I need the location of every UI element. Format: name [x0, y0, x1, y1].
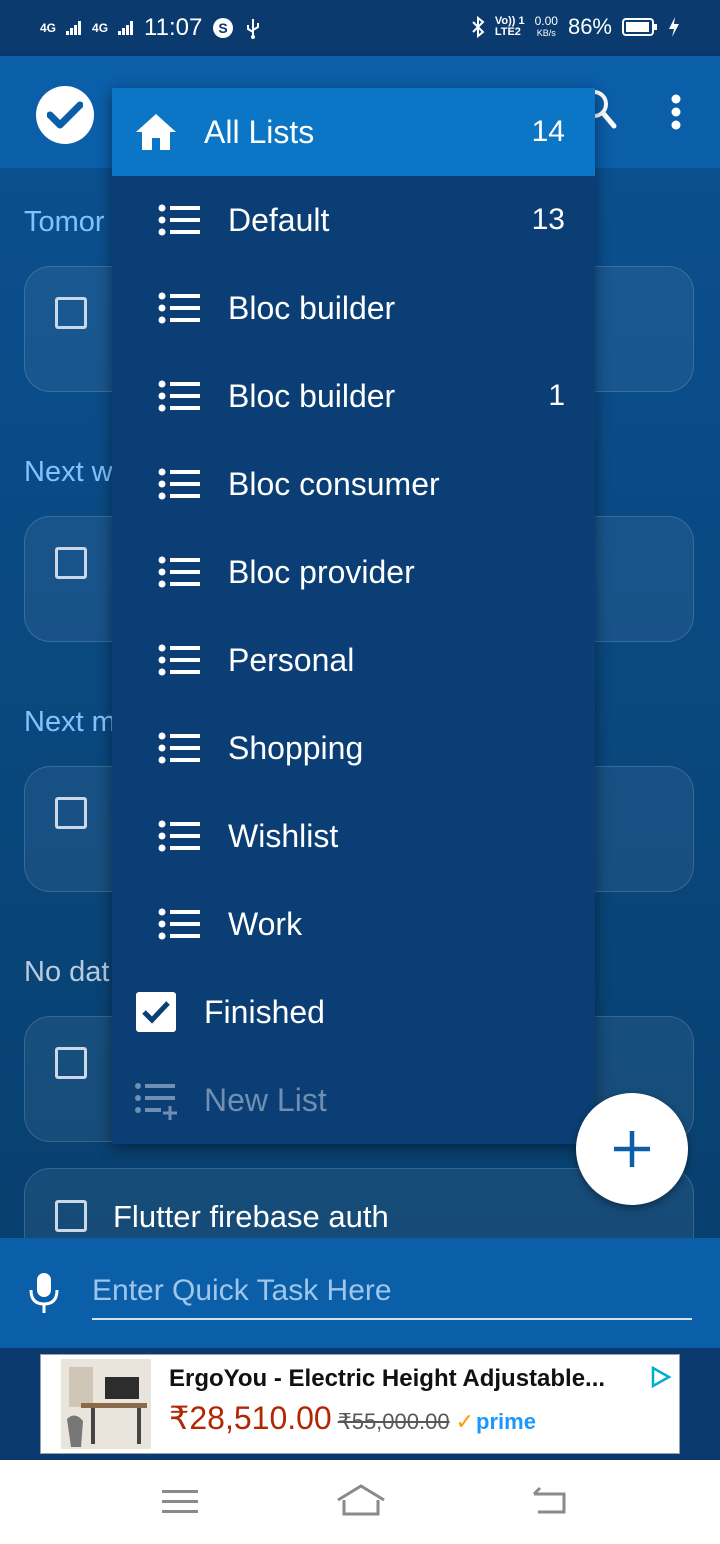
home-nav-button[interactable] — [336, 1482, 386, 1523]
back-button[interactable] — [530, 1486, 568, 1521]
network-indicator-1: 4G — [40, 21, 57, 35]
speed-value: 0.00 — [534, 14, 558, 28]
list-icon — [158, 644, 200, 676]
menu-item-label: Work — [228, 905, 303, 942]
battery-icon — [622, 18, 657, 36]
menu-item-list[interactable]: Work — [112, 880, 595, 968]
system-nav-bar — [0, 1460, 720, 1544]
menu-item-label: Finished — [204, 993, 325, 1030]
playlist-add-icon — [135, 1083, 177, 1120]
menu-item-label: Shopping — [228, 729, 364, 766]
menu-item-label: Bloc builder — [228, 289, 396, 326]
checkbox-checked-icon — [136, 992, 176, 1032]
prime-badge: prime — [476, 1409, 536, 1434]
menu-item-label: Bloc consumer — [228, 465, 440, 502]
menu-item-count: 1 — [548, 379, 565, 412]
task-checkbox[interactable] — [55, 1200, 87, 1232]
svg-text:S: S — [219, 20, 228, 36]
list-icon — [158, 732, 200, 764]
task-checkbox[interactable] — [55, 1047, 87, 1079]
menu-item-all-lists[interactable]: All Lists 14 — [112, 88, 595, 176]
menu-item-label: Bloc provider — [228, 553, 415, 590]
speed-unit: KB/s — [536, 28, 556, 38]
menu-item-label: Wishlist — [228, 817, 339, 854]
list-icon — [158, 292, 200, 324]
menu-item-count: 14 — [531, 115, 565, 148]
menu-item-label: Default — [228, 201, 330, 238]
menu-item-label: Bloc builder — [228, 377, 396, 414]
recent-apps-button[interactable] — [162, 1488, 198, 1521]
ad-price: ₹28,510.00 — [169, 1400, 332, 1436]
task-checkbox[interactable] — [55, 297, 87, 329]
status-bar: 4G 4G 11:07 S Vo)) 1 LTE2 0.00 KB/s 86% — [0, 0, 720, 56]
ad-original-price: ₹55,000.00 — [337, 1409, 450, 1434]
voice-input-button[interactable] — [28, 1272, 60, 1319]
usb-icon — [247, 19, 260, 39]
list-icon — [158, 380, 200, 412]
microphone-icon — [29, 1273, 59, 1313]
menu-item-list[interactable]: Shopping — [112, 704, 595, 792]
list-selector-menu: All Lists 14 Default 13 Bloc builder Blo… — [112, 88, 595, 1144]
signal-icon — [118, 21, 134, 35]
task-checkbox[interactable] — [55, 797, 87, 829]
app-logo — [36, 86, 94, 144]
menu-item-new-list[interactable]: New List — [112, 1056, 595, 1144]
home-outline-icon — [337, 1484, 385, 1516]
adchoices-icon — [651, 1365, 672, 1389]
menu-item-list[interactable]: Default 13 — [112, 176, 595, 264]
list-icon — [158, 556, 200, 588]
product-image — [61, 1359, 151, 1449]
menu-item-label: Personal — [228, 641, 355, 678]
back-icon — [532, 1486, 566, 1514]
task-checkbox[interactable] — [55, 547, 87, 579]
list-icon — [158, 468, 200, 500]
section-next-week: Next w — [24, 456, 113, 488]
list-icon — [158, 908, 200, 940]
section-next-month: Next m — [24, 706, 116, 738]
quick-task-bar: Enter Quick Task Here — [0, 1238, 720, 1348]
add-task-fab[interactable] — [576, 1093, 688, 1205]
menu-item-list[interactable]: Bloc consumer — [112, 440, 595, 528]
task-title: Flutter firebase auth — [113, 1199, 389, 1234]
menu-item-finished[interactable]: Finished — [112, 968, 595, 1056]
menu-item-list[interactable]: Personal — [112, 616, 595, 704]
menu-item-label: New List — [204, 1081, 327, 1118]
charging-icon — [669, 17, 679, 37]
menu-item-label: All Lists — [204, 113, 315, 150]
signal-icon — [66, 21, 82, 35]
input-underline — [92, 1318, 692, 1320]
overflow-menu-button[interactable] — [664, 94, 688, 139]
section-no-date: No dat — [24, 956, 110, 988]
clock: 11:07 — [144, 14, 203, 41]
list-icon — [158, 820, 200, 852]
battery-percent: 86% — [567, 14, 612, 39]
list-icon — [158, 204, 200, 236]
ad-banner[interactable]: ErgoYou - Electric Height Adjustable... … — [40, 1354, 680, 1454]
section-tomorrow: Tomor — [24, 206, 105, 238]
menu-item-list[interactable]: Wishlist — [112, 792, 595, 880]
checkmark-icon — [47, 101, 83, 129]
menu-icon — [162, 1490, 198, 1513]
menu-item-count: 13 — [531, 203, 565, 236]
network-indicator-2: 4G — [92, 21, 109, 35]
lte-label: LTE2 — [494, 26, 521, 38]
bluetooth-icon — [472, 16, 485, 38]
plus-icon — [614, 1131, 650, 1167]
menu-item-list[interactable]: Bloc builder — [112, 264, 595, 352]
ad-title: ErgoYou - Electric Height Adjustable... — [169, 1365, 606, 1392]
quick-task-input[interactable]: Enter Quick Task Here — [92, 1274, 392, 1308]
prime-check-icon: ✓ — [455, 1409, 475, 1434]
menu-item-list[interactable]: Bloc provider — [112, 528, 595, 616]
more-vert-icon — [671, 94, 681, 130]
skype-icon: S — [213, 18, 234, 38]
home-icon — [136, 114, 176, 150]
menu-item-list[interactable]: Bloc builder 1 — [112, 352, 595, 440]
